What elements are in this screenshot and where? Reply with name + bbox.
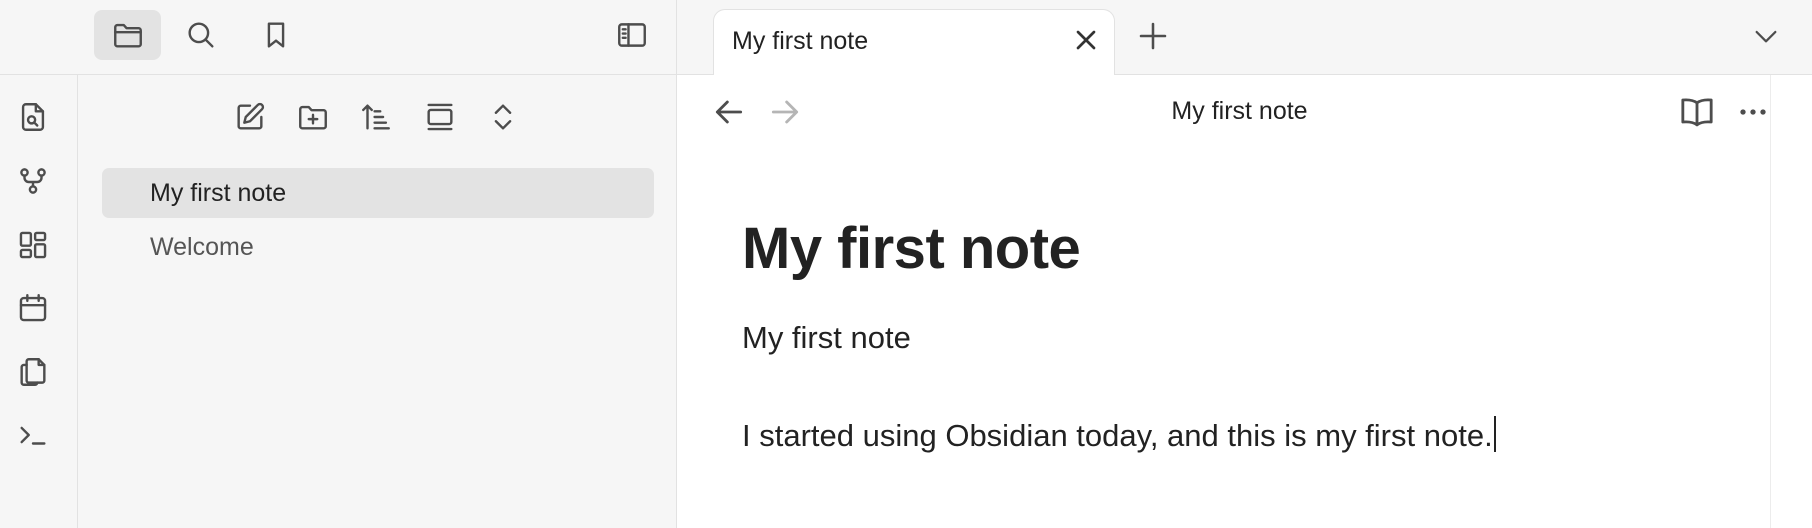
search-icon [184, 18, 218, 52]
tab-title: My first note [732, 27, 869, 55]
close-icon[interactable] [1070, 24, 1102, 56]
graph-view-button[interactable] [14, 162, 52, 200]
quick-switcher-icon [16, 100, 50, 134]
collapse-view-icon [423, 100, 457, 134]
canvas-button[interactable] [14, 226, 52, 264]
bookmark-icon [259, 18, 293, 52]
expand-collapse-icon [486, 100, 520, 134]
ribbon [0, 75, 78, 528]
collapse-view-button[interactable] [419, 96, 461, 138]
chevron-down-icon[interactable] [1750, 20, 1782, 52]
command-palette-icon [16, 418, 50, 452]
graph-view-icon [16, 164, 50, 198]
file-item-label: My first note [150, 178, 287, 207]
command-palette-button[interactable] [14, 416, 52, 454]
canvas-icon [16, 228, 50, 262]
files-tab[interactable] [94, 10, 161, 60]
search-tab[interactable] [167, 10, 234, 60]
note-heading[interactable]: My first note [742, 215, 1081, 282]
sort-icon [359, 100, 393, 134]
reading-view-book-icon[interactable] [1677, 92, 1717, 132]
file-explorer: My first note Welcome [78, 75, 677, 528]
folder-icon [111, 18, 145, 52]
new-note-button[interactable] [229, 96, 271, 138]
file-item-welcome[interactable]: Welcome [102, 222, 654, 272]
tab-my-first-note[interactable]: My first note [713, 9, 1115, 76]
sidebar-toggle-icon [615, 18, 649, 52]
note-paragraph-text: I started using Obsidian today, and this… [742, 418, 1493, 453]
new-folder-button[interactable] [292, 96, 334, 138]
file-item-my-first-note[interactable]: My first note [102, 168, 654, 218]
sort-button[interactable] [355, 96, 397, 138]
more-options-icon[interactable] [1733, 92, 1773, 132]
scrollbar-track[interactable] [1770, 75, 1771, 528]
daily-note-calendar-icon [16, 291, 50, 325]
bookmarks-tab[interactable] [242, 10, 309, 60]
file-item-label: Welcome [150, 232, 254, 261]
quick-switcher-button[interactable] [14, 98, 52, 136]
tab-bar: My first note [677, 0, 1812, 76]
view-header-title[interactable]: My first note [677, 97, 1802, 126]
daily-note-button[interactable] [14, 289, 52, 327]
templates-copy-icon [16, 355, 50, 389]
text-caret [1493, 416, 1496, 452]
sidebar-header [0, 0, 677, 75]
new-note-icon [233, 100, 267, 134]
new-tab-plus-icon[interactable] [1135, 18, 1171, 54]
new-folder-icon [296, 100, 330, 134]
note-paragraph[interactable]: My first note [742, 320, 911, 356]
editor-pane: My first note My first note My first not… [677, 75, 1812, 528]
toggle-sidebar-button[interactable] [598, 10, 665, 60]
expand-collapse-button[interactable] [482, 96, 524, 138]
note-paragraph[interactable]: I started using Obsidian today, and this… [742, 416, 1496, 454]
templates-button[interactable] [14, 353, 52, 391]
